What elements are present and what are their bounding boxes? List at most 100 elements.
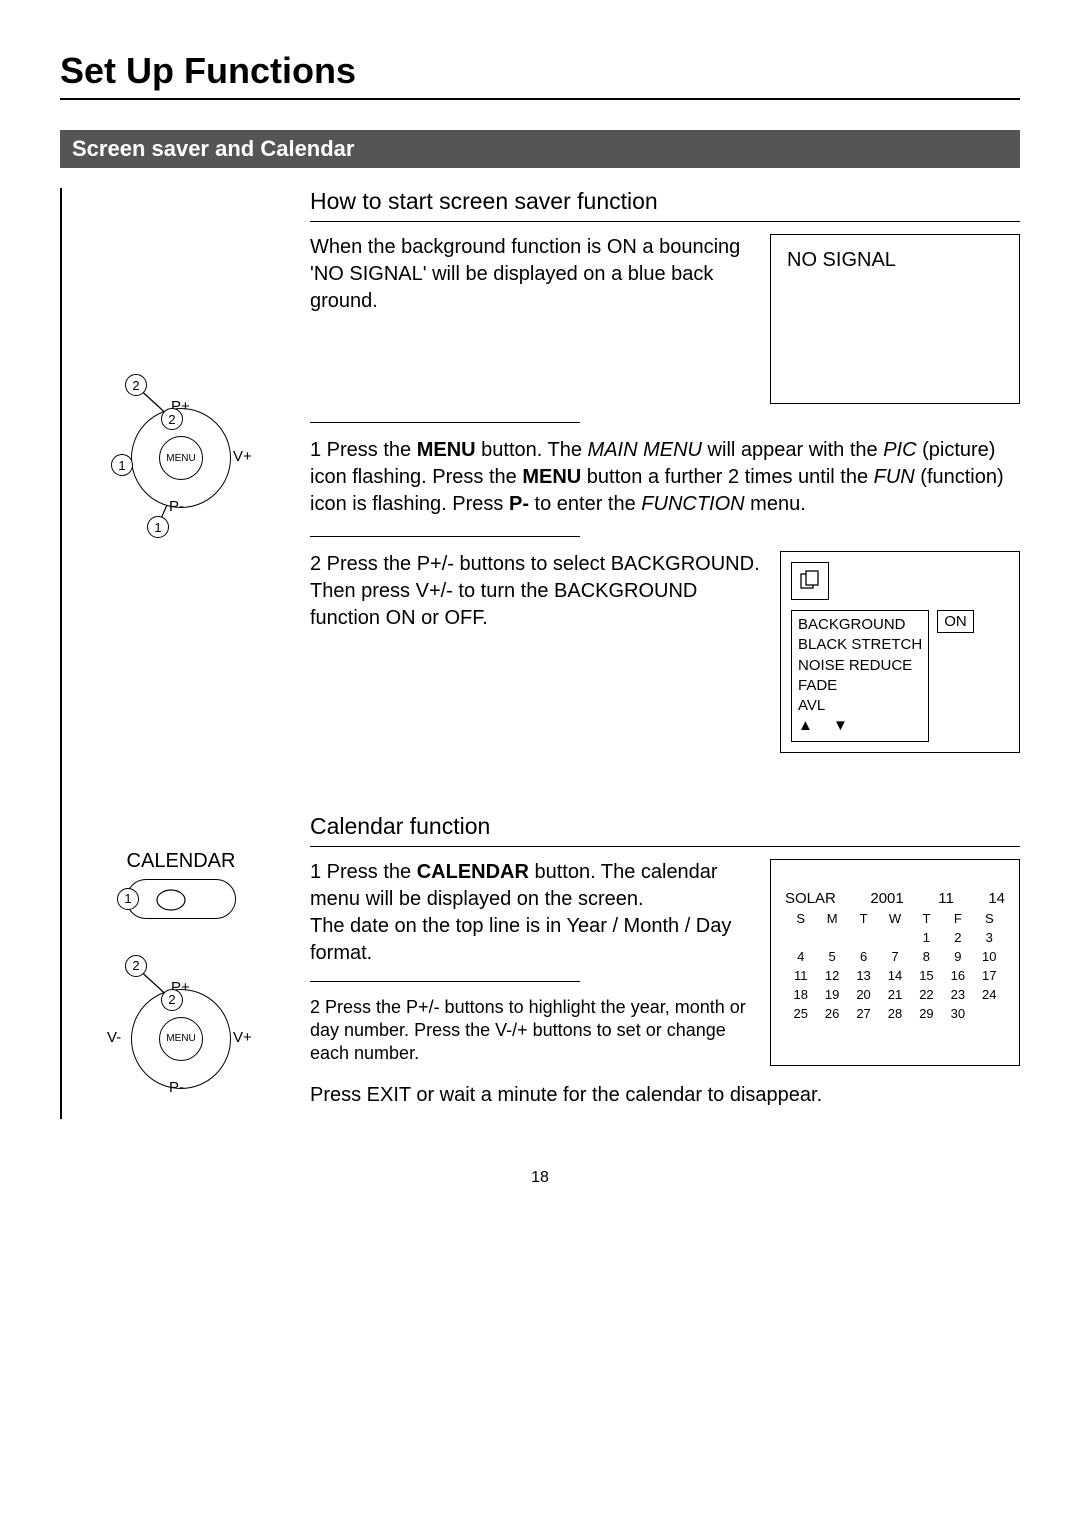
calendar-step1-line2: The date on the top line is in Year / Mo… [310, 913, 752, 967]
section-heading: Screen saver and Calendar [60, 130, 1020, 168]
cal-day-cell: 21 [879, 987, 910, 1002]
cal-solar: SOLAR [785, 890, 836, 907]
function-menu-list: BACKGROUND BLACK STRETCH NOISE REDUCE FA… [791, 610, 929, 742]
calendar-step1: 1 Press the CALENDAR button. The calenda… [310, 859, 752, 913]
divider-3 [310, 981, 580, 982]
no-signal-screen: NO SIGNAL [770, 234, 1020, 404]
cal-day-cell: 13 [848, 968, 879, 983]
s1-menu2: MENU [522, 466, 581, 488]
cal-day-cell [785, 930, 816, 945]
cal-year: 2001 [870, 890, 903, 907]
v-minus-label-2: V- [107, 1029, 121, 1046]
calendar-label: CALENDAR [72, 850, 290, 873]
callout-2b: 2 [161, 408, 183, 430]
cal-day-cell: 9 [942, 949, 973, 964]
cal-day-cell: 27 [848, 1006, 879, 1021]
s1-pm: P- [509, 493, 529, 515]
function-menu-screen: BACKGROUND BLACK STRETCH NOISE REDUCE FA… [780, 551, 1020, 753]
cal-day-cell: 3 [974, 930, 1005, 945]
s1-menu: MENU [417, 439, 476, 461]
remote-diagram-top: MENU P+ P- V+ 2 2 1 1 [111, 368, 251, 548]
cal-month: 11 [938, 890, 954, 907]
menu-item-fade: FADE [798, 676, 922, 696]
s1-m1: button. The [476, 439, 588, 461]
cal-day-cell: 1 [911, 930, 942, 945]
main-layout: MENU P+ P- V+ 2 2 1 1 CALENDAR 1 MENU P+… [60, 188, 1020, 1119]
calendar-exit-note: Press EXIT or wait a minute for the cale… [310, 1082, 1020, 1109]
cal-day-cell: 19 [816, 987, 847, 1002]
page-number: 18 [60, 1169, 1020, 1187]
callout-1a: 1 [111, 454, 133, 476]
screensaver-heading: How to start screen saver function [310, 188, 1020, 222]
cal-day-cell: 10 [974, 949, 1005, 964]
cal-day-cell: 14 [879, 968, 910, 983]
cal-day-cell: 4 [785, 949, 816, 964]
menu-item-avl: AVL [798, 696, 922, 716]
p-minus-label: P- [169, 498, 184, 515]
cal-day-cell: 25 [785, 1006, 816, 1021]
cal-day-cell: 23 [942, 987, 973, 1002]
cal-day-cell: 26 [816, 1006, 847, 1021]
cal-day-cell: 20 [848, 987, 879, 1002]
screensaver-intro: When the background function is ON a bou… [310, 234, 752, 404]
cal-day-cell [879, 930, 910, 945]
cal-day-cell: 8 [911, 949, 942, 964]
calendar-grid: SMTWTFS123456789101112131415161718192021… [785, 911, 1005, 1025]
menu-item-background: BACKGROUND [798, 615, 922, 635]
divider-2 [310, 536, 580, 537]
cal-dow-cell: S [785, 911, 816, 926]
cal-day-cell: 2 [942, 930, 973, 945]
s1-pic: PIC [883, 439, 916, 461]
p-minus-label-2: P- [169, 1079, 184, 1096]
menu-item-blackstretch: BLACK STRETCH [798, 635, 922, 655]
screensaver-step1: 1 Press the MENU button. The MAIN MENU w… [310, 437, 1020, 518]
cal-day-cell: 29 [911, 1006, 942, 1021]
callout-2a: 2 [125, 374, 147, 396]
calendar-button-diagram: 1 [126, 879, 236, 919]
menu-button-2: MENU [159, 1017, 203, 1061]
cal-day-cell: 16 [942, 968, 973, 983]
cal-dow-cell: M [816, 911, 847, 926]
s1-m2: will appear with the [702, 439, 883, 461]
left-column: MENU P+ P- V+ 2 2 1 1 CALENDAR 1 MENU P+… [60, 188, 290, 1119]
s1-pre: 1 Press the [310, 439, 417, 461]
cal-dow-cell: T [848, 911, 879, 926]
v-plus-label: V+ [233, 448, 252, 465]
cal-day-cell: 12 [816, 968, 847, 983]
calendar-step2: 2 Press the P+/- buttons to highlight th… [310, 996, 752, 1066]
callout-cal-1: 1 [117, 888, 139, 910]
s1-func: FUNCTION [641, 493, 744, 515]
s1-m4: button a further 2 times until the [581, 466, 873, 488]
cal-dow-cell: S [974, 911, 1005, 926]
callout-2c: 2 [125, 955, 147, 977]
cal-day-cell: 22 [911, 987, 942, 1002]
s1-fun: FUN [874, 466, 915, 488]
cal-day-cell [816, 930, 847, 945]
callout-2d: 2 [161, 989, 183, 1011]
s1-mm: MAIN MENU [588, 439, 702, 461]
c1-pre: 1 Press the [310, 861, 417, 883]
v-plus-label-2: V+ [233, 1029, 252, 1046]
menu-arrows: ▲ ▼ [798, 716, 922, 736]
calendar-heading: Calendar function [310, 813, 1020, 847]
menu-button: MENU [159, 436, 203, 480]
cal-dow-cell: W [879, 911, 910, 926]
divider-1 [310, 422, 580, 423]
cal-day-cell: 18 [785, 987, 816, 1002]
right-column: How to start screen saver function When … [310, 188, 1020, 1119]
cal-dow-cell: F [942, 911, 973, 926]
cal-dow-cell: T [911, 911, 942, 926]
cal-day-cell: 7 [879, 949, 910, 964]
cal-day-cell [848, 930, 879, 945]
cal-day-cell: 28 [879, 1006, 910, 1021]
calendar-screen: SOLAR 2001 11 14 SMTWTFS1234567891011121… [770, 859, 1020, 1066]
cal-day-cell: 30 [942, 1006, 973, 1021]
callout-1b: 1 [147, 516, 169, 538]
menu-value-on: ON [937, 610, 974, 633]
cal-day-cell: 11 [785, 968, 816, 983]
s1-end: menu. [745, 493, 806, 515]
cal-day-cell [974, 1006, 1005, 1021]
c1-btn: CALENDAR [417, 861, 529, 883]
page-title: Set Up Functions [60, 50, 1020, 100]
cal-day: 14 [988, 890, 1005, 907]
